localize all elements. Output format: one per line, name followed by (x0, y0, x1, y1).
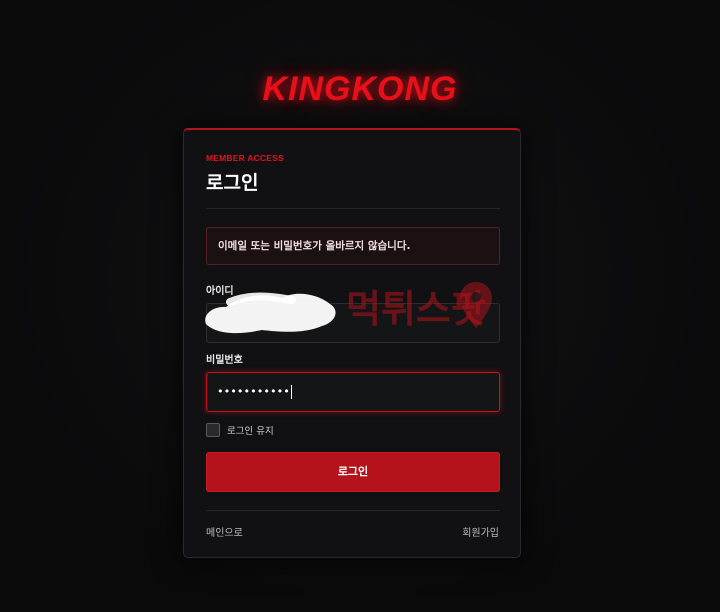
password-label: 비밀번호 (206, 355, 243, 366)
login-card: MEMBER ACCESS 로그인 이메일 또는 비밀번호가 올바르지 않습니다… (183, 128, 521, 558)
member-access-eyebrow: MEMBER ACCESS (206, 153, 284, 163)
password-value: ••••••••••• (217, 385, 290, 398)
login-button[interactable]: 로그인 (206, 452, 500, 492)
id-input[interactable] (206, 303, 500, 343)
error-alert: 이메일 또는 비밀번호가 올바르지 않습니다. (206, 227, 500, 265)
remember-login-row[interactable]: 로그인 유지 (206, 422, 274, 438)
signup-link[interactable]: 회원가입 (462, 524, 499, 539)
text-caret (290, 385, 292, 399)
footer-divider (206, 510, 500, 511)
remember-login-label: 로그인 유지 (227, 426, 274, 437)
header-divider (206, 208, 500, 209)
remember-login-checkbox[interactable] (206, 423, 220, 437)
brand-logo: KINGKONG (262, 70, 458, 108)
page-title: 로그인 (206, 172, 259, 194)
id-label: 아이디 (206, 286, 234, 297)
home-link[interactable]: 메인으로 (206, 524, 243, 539)
password-input[interactable]: ••••••••••• (206, 372, 500, 412)
